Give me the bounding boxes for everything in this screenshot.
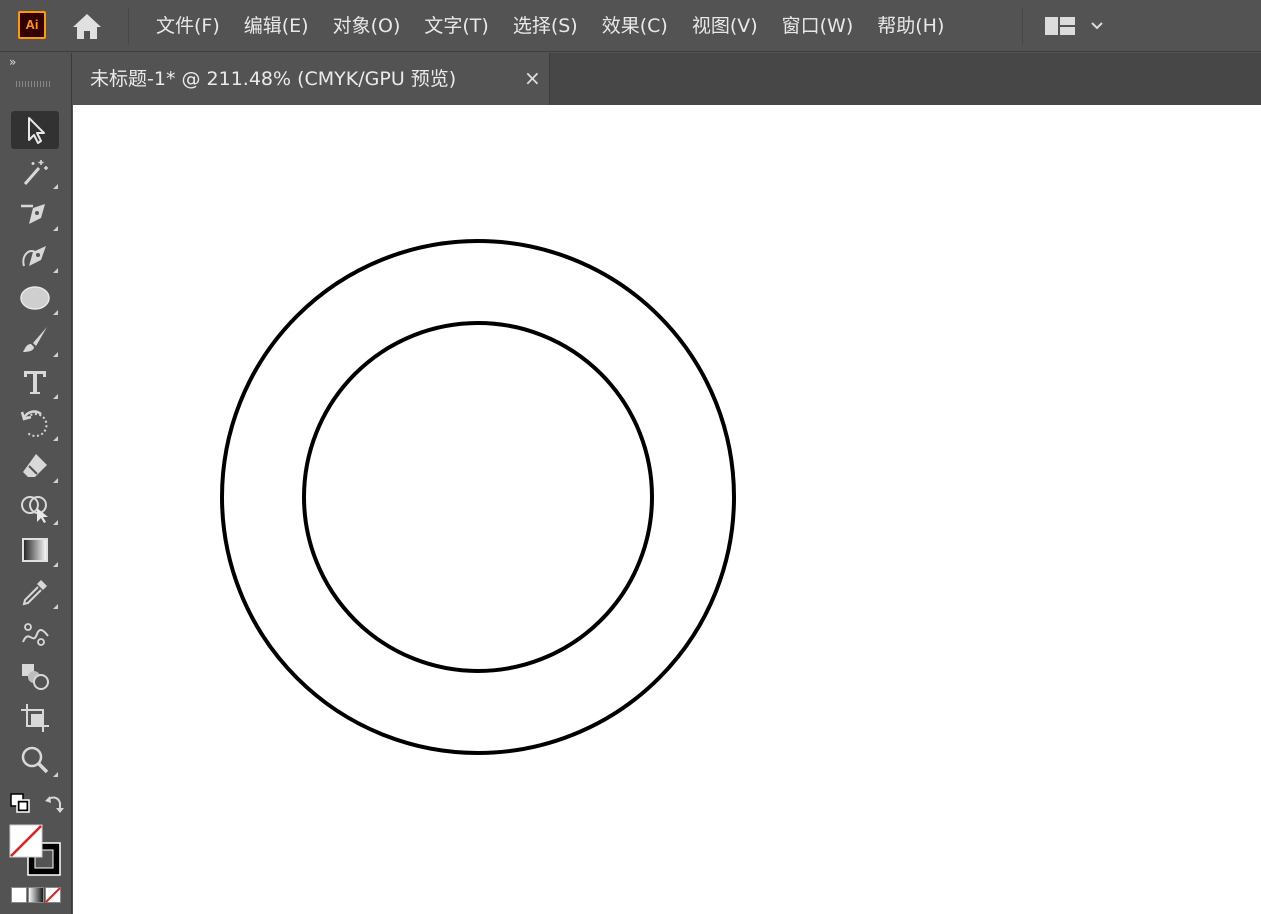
tool-flyout-indicator [53,604,58,609]
ellipse-tool[interactable] [11,279,59,317]
document-tab-title: 未标题-1* @ 211.48% (CMYK/GPU 预览) [90,68,457,90]
tool-flyout-indicator [53,184,58,189]
gradient-mode-icon[interactable] [28,887,44,903]
ellipse-icon [20,286,50,310]
blend-icon [22,664,49,690]
puppet-warp-tool[interactable] [11,615,59,653]
close-icon[interactable]: × [524,53,541,103]
color-mode-buttons [11,887,61,905]
artboard-tool[interactable] [11,699,59,737]
rotate-icon [20,410,48,437]
menu-items: 文件(F) 编辑(E) 对象(O) 文字(T) 选择(S) 效果(C) 视图(V… [144,0,956,52]
document-tab-bar: 未标题-1* @ 211.48% (CMYK/GPU 预览) × [74,53,1261,105]
zoom-icon [21,746,49,774]
color-mode-icon[interactable] [11,887,27,903]
default-colors-icon[interactable] [10,793,32,815]
fill-stroke-swatches [8,823,64,879]
type-tool[interactable] [11,363,59,401]
artboard-icon [21,704,49,732]
menu-bar: Ai 文件(F) 编辑(E) 对象(O) 文字(T) 选择(S) 效果(C) 视… [0,0,1261,52]
pen-tool[interactable] [11,195,59,233]
puppet-warp-icon [22,623,49,646]
eraser-icon [23,454,47,477]
selection-tool[interactable] [11,111,59,149]
none-mode-icon[interactable] [45,887,61,903]
home-icon [73,14,101,39]
eraser-tool[interactable] [11,447,59,485]
gradient-tool[interactable] [11,531,59,569]
swap-colors-icon[interactable] [44,793,66,815]
eyedropper-tool[interactable] [11,573,59,611]
tools-panel: » [0,53,72,914]
fill-none-swatch[interactable] [8,823,44,859]
tool-flyout-indicator [53,226,58,231]
magic-wand-icon [23,160,48,185]
panel-grip[interactable] [16,81,52,87]
type-icon [24,371,46,394]
paintbrush-tool[interactable] [11,321,59,359]
menu-type[interactable]: 文字(T) [412,0,500,52]
menu-separator [1022,8,1023,44]
menu-view[interactable]: 视图(V) [680,0,770,52]
curvature-pen-icon [22,246,46,267]
menu-object[interactable]: 对象(O) [321,0,413,52]
curvature-tool[interactable] [11,237,59,275]
tool-flyout-indicator [53,478,58,483]
eyedropper-icon [22,580,47,606]
artboard-canvas[interactable] [73,105,1261,914]
tool-flyout-indicator [53,352,58,357]
menu-separator [128,8,129,44]
shape-builder-tool[interactable] [11,489,59,527]
rotate-tool[interactable] [11,405,59,443]
chevron-down-icon [1091,22,1103,30]
tool-flyout-indicator [53,520,58,525]
menu-file[interactable]: 文件(F) [144,0,232,52]
collapse-panel-button[interactable]: » [9,55,16,69]
tool-flyout-indicator [53,772,58,777]
pen-icon [21,204,45,224]
menu-edit[interactable]: 编辑(E) [232,0,321,52]
artwork [220,239,736,755]
fill-stroke-controls [8,793,68,819]
menu-window[interactable]: 窗口(W) [770,0,866,52]
arrow-pointer-icon [28,117,45,144]
tool-flyout-indicator [53,310,58,315]
paintbrush-icon [23,327,47,352]
magic-wand-tool[interactable] [11,153,59,191]
workspace-layout-icon [1045,17,1075,35]
app-logo: Ai [18,11,46,39]
home-button[interactable] [70,10,104,42]
tool-flyout-indicator [53,436,58,441]
workspace-switcher[interactable] [1038,12,1108,40]
outer-circle[interactable] [220,239,736,755]
inner-circle[interactable] [302,321,654,673]
menu-help[interactable]: 帮助(H) [865,0,956,52]
gradient-icon [22,538,48,562]
menu-select[interactable]: 选择(S) [501,0,590,52]
tool-flyout-indicator [53,268,58,273]
shape-builder-icon [21,496,48,523]
tool-flyout-indicator [53,394,58,399]
menu-effect[interactable]: 效果(C) [590,0,680,52]
zoom-tool[interactable] [11,741,59,779]
tool-flyout-indicator [53,562,58,567]
document-tab[interactable]: 未标题-1* @ 211.48% (CMYK/GPU 预览) × [74,53,550,105]
blend-tool[interactable] [11,657,59,695]
